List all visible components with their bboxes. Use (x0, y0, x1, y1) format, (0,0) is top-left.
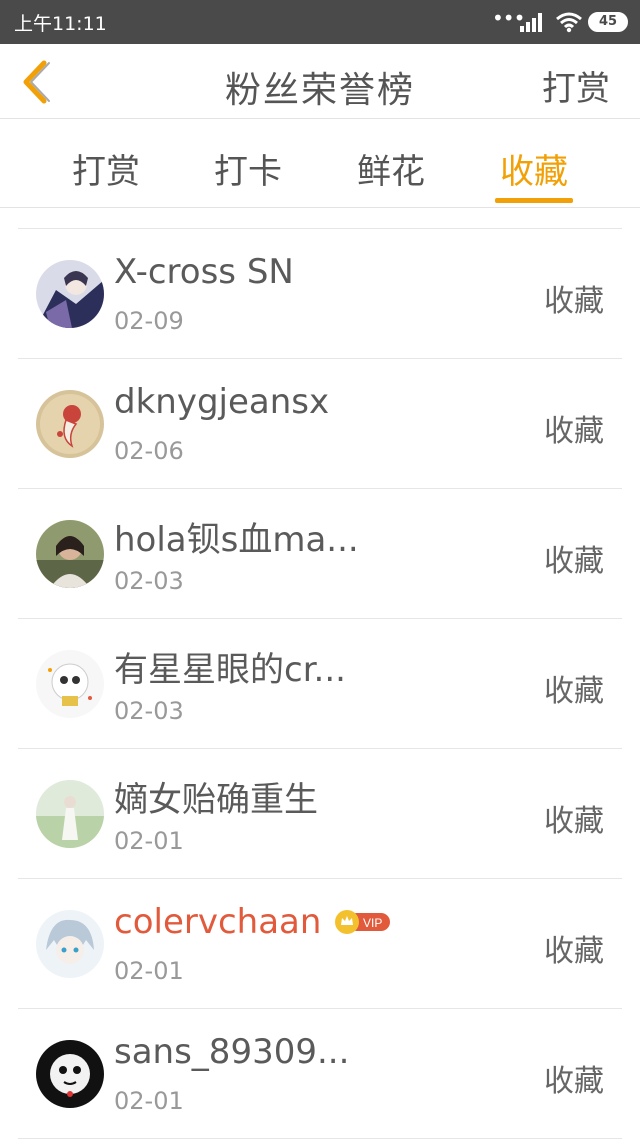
battery-level: 45 (598, 14, 618, 29)
user-name: X-cross SN (114, 252, 294, 292)
status-time: 上午11:11 (14, 13, 107, 35)
fan-list: X-cross SN 02-09 收藏 dknygjeansx 02-06 收藏… (18, 228, 622, 1139)
battery-icon: 45 (588, 12, 628, 32)
item-action-label: 收藏 (544, 414, 604, 449)
item-date: 02-01 (114, 827, 184, 855)
list-item[interactable]: 有星星眼的cr... 02-03 收藏 (18, 619, 622, 749)
item-date: 02-03 (114, 567, 184, 595)
vip-badge-icon: VIP (335, 910, 390, 934)
signal-icon (520, 13, 542, 32)
tab-checkin[interactable]: 打卡 (208, 144, 288, 193)
list-item[interactable]: sans_89309... 02-01 收藏 (18, 1009, 622, 1139)
user-name: sans_89309... (114, 1032, 350, 1072)
user-name: hola钡s血ma... (114, 520, 359, 560)
user-name: colervchaan (114, 902, 322, 942)
tab-flowers[interactable]: 鲜花 (351, 144, 431, 193)
user-name: 嫡女贻确重生 (114, 780, 318, 820)
item-date: 02-06 (114, 437, 184, 465)
status-bar: 上午11:11 ••• 45 (0, 0, 640, 44)
list-item[interactable]: hola钡s血ma... 02-03 收藏 (18, 489, 622, 619)
active-tab-indicator (495, 198, 573, 203)
list-item[interactable]: X-cross SN 02-09 收藏 (18, 229, 622, 359)
list-item[interactable]: colervchaan VIP 02-01 收藏 (18, 879, 622, 1009)
item-action-label: 收藏 (544, 1064, 604, 1099)
item-action-label: 收藏 (544, 934, 604, 969)
avatar[interactable] (36, 910, 104, 978)
reward-button[interactable]: 打赏 (542, 61, 610, 110)
avatar[interactable] (36, 520, 104, 588)
item-date: 02-01 (114, 1087, 184, 1115)
item-date: 02-01 (114, 957, 184, 985)
item-action-label: 收藏 (544, 804, 604, 839)
item-action-label: 收藏 (544, 674, 604, 709)
user-name: dknygjeansx (114, 382, 330, 422)
avatar[interactable] (36, 650, 104, 718)
tab-reward[interactable]: 打赏 (66, 144, 146, 193)
nav-bar: 粉丝荣誉榜 打赏 (0, 44, 640, 119)
avatar[interactable] (36, 1040, 104, 1108)
list-item[interactable]: dknygjeansx 02-06 收藏 (18, 359, 622, 489)
avatar[interactable] (36, 260, 104, 328)
tab-bar: 打赏 打卡 鲜花 收藏 (0, 120, 640, 208)
wifi-icon (556, 12, 582, 33)
list-item[interactable]: 嫡女贻确重生 02-01 收藏 (18, 749, 622, 879)
tab-collect[interactable]: 收藏 (494, 144, 574, 193)
user-name: 有星星眼的cr... (114, 650, 346, 690)
avatar[interactable] (36, 390, 104, 458)
item-date: 02-09 (114, 307, 184, 335)
vip-badge-text: VIP (363, 916, 382, 930)
item-action-label: 收藏 (544, 284, 604, 319)
item-date: 02-03 (114, 697, 184, 725)
item-action-label: 收藏 (544, 544, 604, 579)
avatar[interactable] (36, 780, 104, 848)
